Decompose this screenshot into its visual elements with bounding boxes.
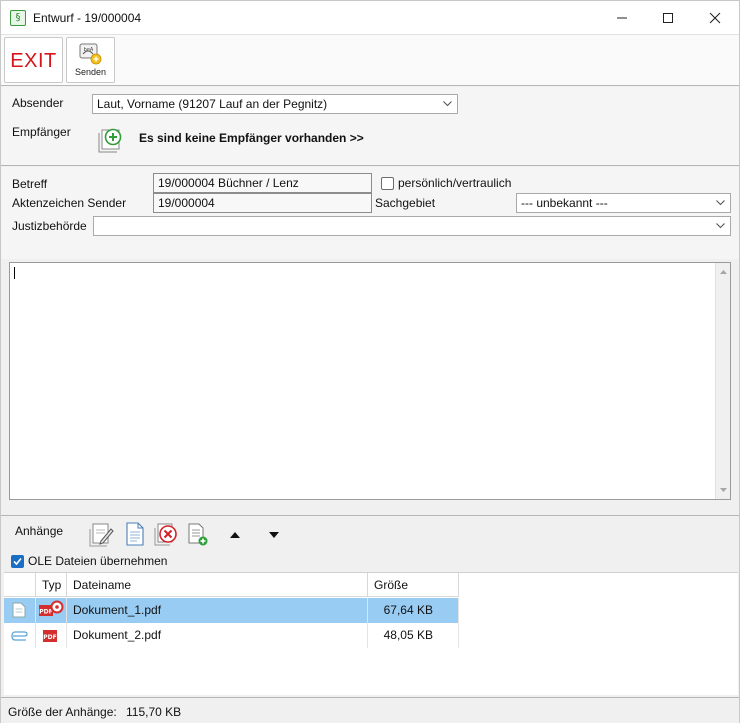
title-bar: § Entwurf - 19/000004	[1, 1, 739, 35]
add-document-icon	[188, 523, 208, 546]
svg-text:PDF: PDF	[43, 634, 56, 641]
betreff-field[interactable]: 19/000004 Büchner / Lenz	[153, 173, 372, 193]
message-scrollbar[interactable]	[715, 263, 730, 499]
sender-section: Absender Laut, Vorname (91207 Lauf an de…	[1, 87, 739, 165]
empfaenger-label: Empfänger	[12, 125, 71, 139]
document-icon	[126, 522, 144, 546]
edit-attachment-button[interactable]	[89, 521, 115, 547]
row-size-cell: 48,05 KB	[368, 623, 459, 648]
aktenzeichen-field[interactable]: 19/000004	[153, 193, 372, 213]
maximize-button[interactable]	[645, 1, 691, 35]
delete-attachment-button[interactable]	[153, 521, 179, 547]
arrow-down-icon	[269, 532, 279, 538]
text-caret	[14, 267, 15, 279]
arrow-up-icon	[230, 532, 240, 538]
move-up-button[interactable]	[228, 529, 242, 541]
send-icon: beA	[79, 43, 102, 65]
justiz-label: Justizbehörde	[12, 219, 87, 233]
row-status-cell	[4, 598, 36, 623]
justiz-select[interactable]	[93, 216, 731, 236]
attachments-size-label: Größe der Anhänge:	[8, 705, 117, 719]
move-down-button[interactable]	[267, 529, 281, 541]
add-recipient-icon	[98, 128, 122, 153]
row-size-cell: 67,64 KB	[368, 598, 459, 623]
ole-checkbox[interactable]	[11, 555, 24, 568]
maximize-icon	[663, 13, 673, 23]
main-window: § Entwurf - 19/000004 EXIT beA Senden Ab…	[0, 0, 740, 723]
send-button[interactable]: beA Senden	[66, 37, 115, 83]
chevron-down-icon	[716, 200, 725, 206]
chevron-down-icon	[716, 223, 725, 229]
column-header-icon[interactable]	[4, 573, 36, 597]
minimize-icon	[617, 17, 627, 19]
minimize-button[interactable]	[599, 1, 645, 35]
scroll-up-icon[interactable]	[716, 265, 731, 280]
row-filename-cell: Dokument_1.pdf	[67, 598, 368, 623]
column-header-typ[interactable]: Typ	[36, 573, 67, 597]
delete-icon	[154, 523, 177, 546]
row-filename-cell: Dokument_2.pdf	[67, 623, 368, 648]
pdf-signed-icon: PDF	[39, 600, 64, 616]
attachment-clip-icon	[11, 631, 28, 641]
absender-select[interactable]: Laut, Vorname (91207 Lauf an der Pegnitz…	[92, 94, 458, 114]
scroll-down-icon[interactable]	[716, 482, 731, 497]
toolbar: EXIT beA Senden	[1, 35, 739, 86]
personal-label: persönlich/vertraulich	[398, 176, 512, 190]
send-button-label: Senden	[74, 67, 107, 77]
pdf-icon: PDF	[43, 630, 57, 642]
recipients-status[interactable]: Es sind keine Empfänger vorhanden >>	[139, 131, 364, 145]
chevron-down-icon	[443, 101, 452, 107]
add-attachment-button[interactable]	[186, 521, 210, 547]
app-paragraph-icon: §	[10, 10, 26, 26]
personal-checkbox[interactable]	[381, 177, 394, 190]
add-recipient-button[interactable]	[98, 127, 124, 153]
aktenzeichen-label: Aktenzeichen Sender	[12, 196, 127, 210]
column-header-dateiname[interactable]: Dateiname	[67, 573, 368, 597]
close-button[interactable]	[692, 1, 738, 35]
betreff-label: Betreff	[12, 177, 48, 191]
document-icon	[12, 602, 26, 618]
svg-text:PDF: PDF	[39, 609, 52, 616]
divider	[1, 165, 739, 166]
sachgebiet-value: --- unbekannt ---	[521, 196, 608, 210]
row-type-cell: PDF	[36, 598, 67, 623]
details-section: Betreff 19/000004 Büchner / Lenz persönl…	[1, 167, 739, 259]
row-type-cell: PDF	[36, 623, 67, 648]
table-row[interactable]: PDF Dokument_1.pdf 67,64 KB	[4, 598, 459, 623]
absender-label: Absender	[12, 96, 64, 110]
ole-label: OLE Dateien übernehmen	[28, 554, 168, 568]
edit-document-icon	[89, 523, 114, 547]
sachgebiet-select[interactable]: --- unbekannt ---	[516, 193, 731, 213]
attachments-label: Anhänge	[15, 524, 64, 538]
column-header-groesse[interactable]: Größe	[368, 573, 459, 597]
sachgebiet-label: Sachgebiet	[375, 196, 436, 210]
table-row[interactable]: PDF Dokument_2.pdf 48,05 KB	[4, 623, 459, 648]
message-body-textarea[interactable]	[9, 262, 731, 500]
checkmark-icon	[13, 557, 22, 566]
row-status-cell	[4, 623, 36, 648]
attachments-size-value: 115,70 KB	[126, 705, 182, 719]
attachments-table: Typ Dateiname Größe PDF Dokument_1.pdf 6…	[4, 572, 738, 695]
divider	[1, 515, 739, 516]
absender-value: Laut, Vorname (91207 Lauf an der Pegnitz…	[97, 97, 328, 111]
status-bar: Größe der Anhänge: 115,70 KB	[1, 697, 739, 723]
close-icon	[709, 12, 721, 24]
exit-button[interactable]: EXIT	[4, 37, 63, 83]
window-title: Entwurf - 19/000004	[33, 11, 142, 25]
new-attachment-button[interactable]	[123, 521, 147, 547]
